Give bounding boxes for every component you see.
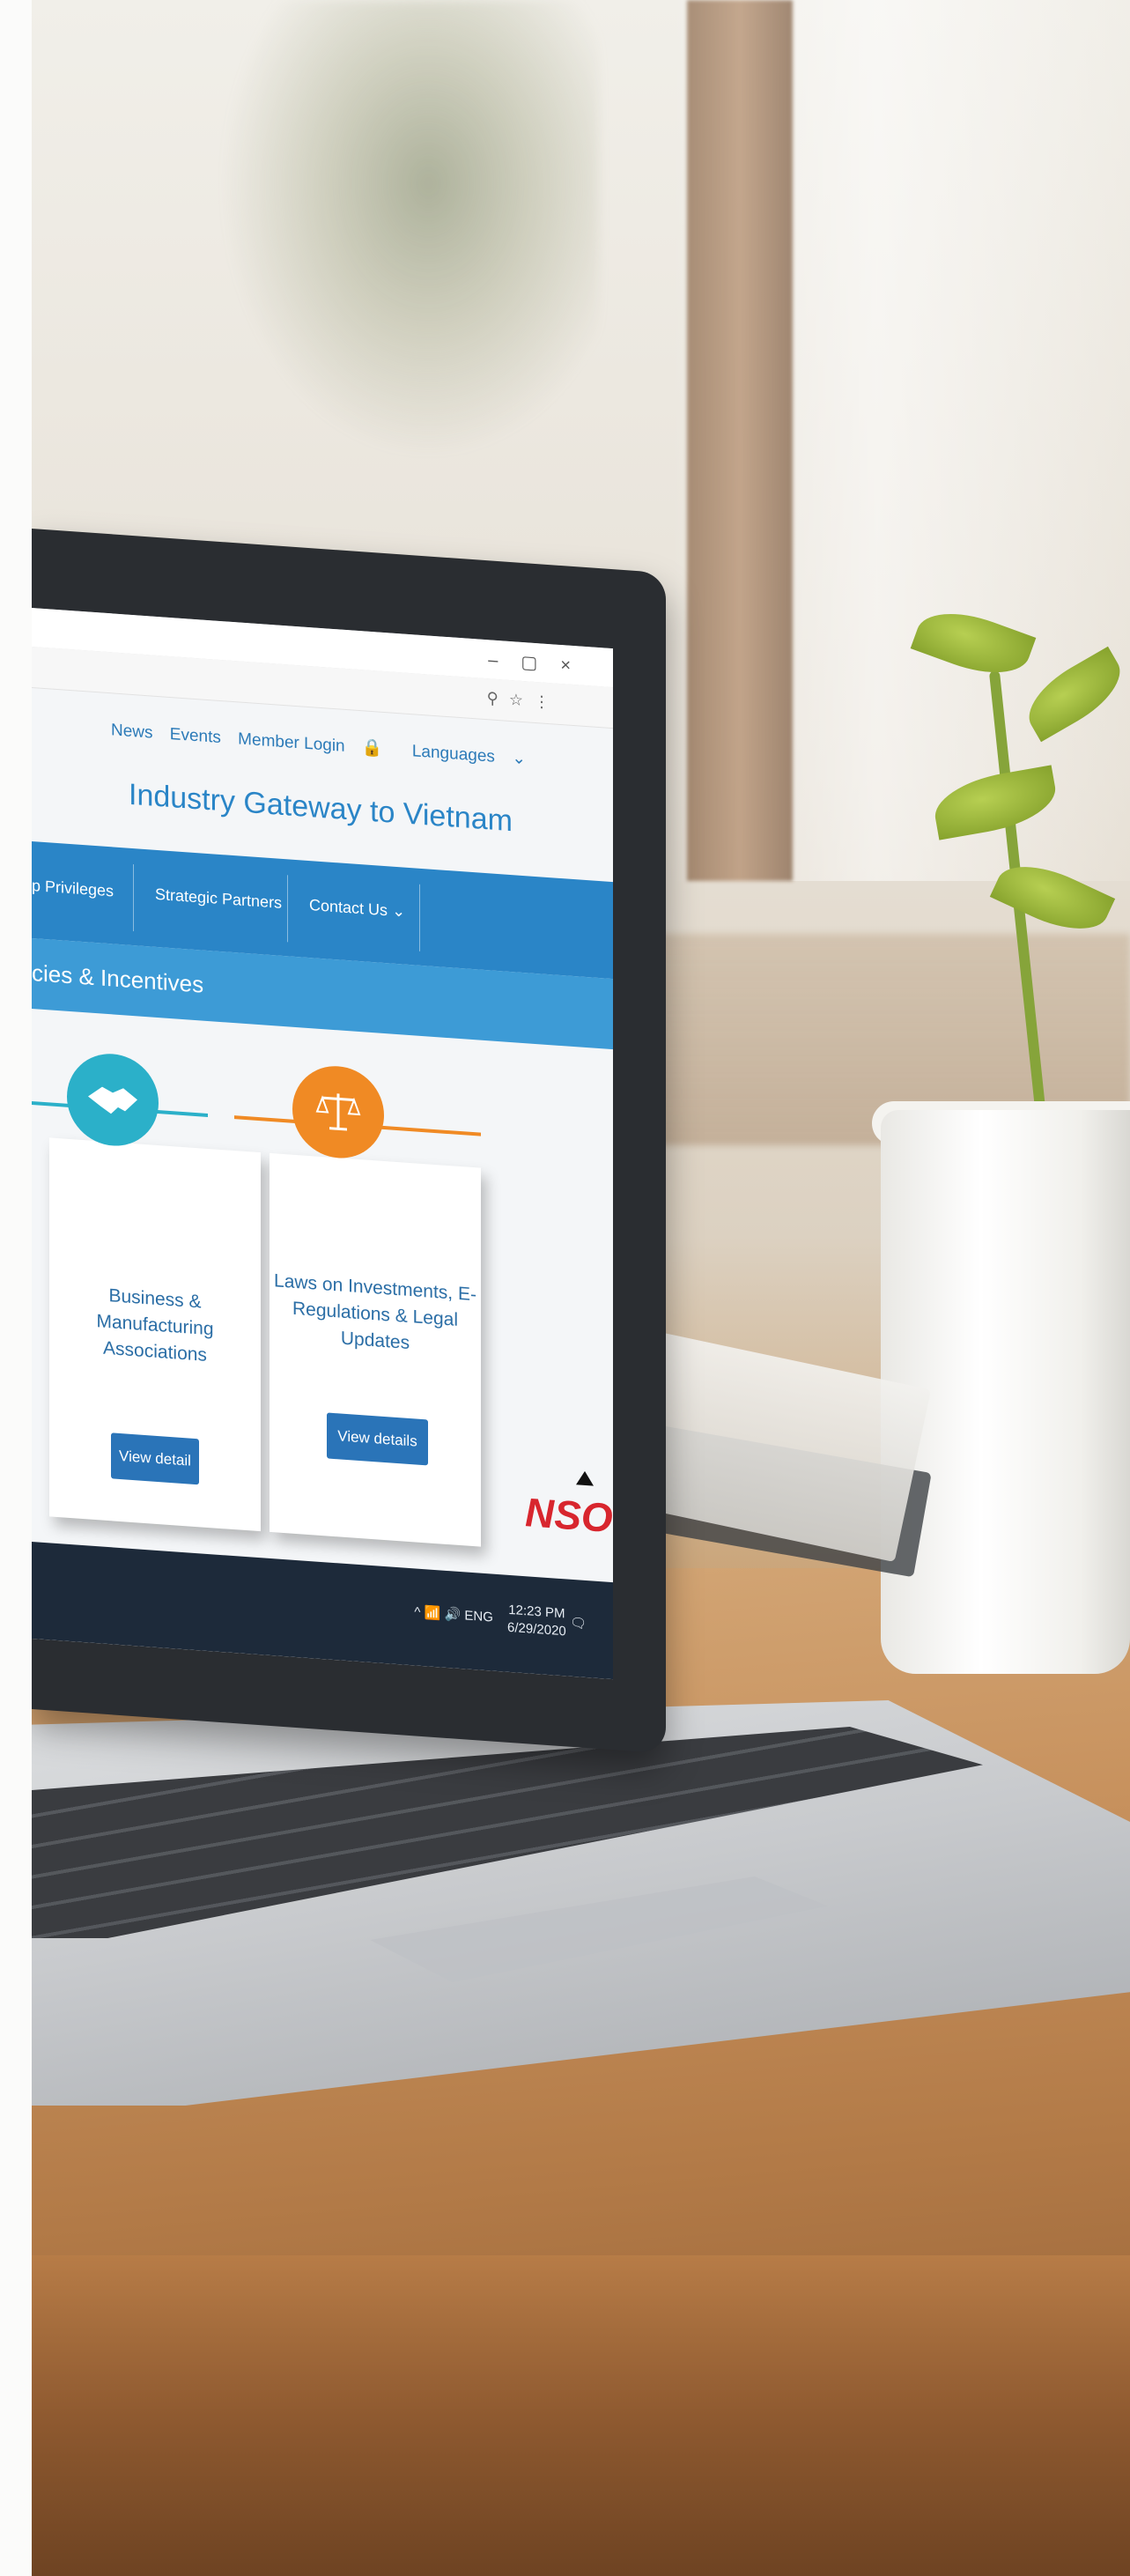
- logo-triangle: [576, 1470, 594, 1486]
- member-login-label: Member Login: [238, 729, 345, 756]
- background-photo: –▢× ⚲☆⋮ News Events Member Login 🔒 Langu…: [0, 0, 1130, 2576]
- nav-strategic-partners[interactable]: Strategic Partners: [155, 885, 282, 913]
- nav-divider: [287, 875, 288, 943]
- network-icon[interactable]: 📶: [425, 1605, 441, 1621]
- clock[interactable]: 12:23 PM 6/29/2020: [507, 1602, 566, 1641]
- logo-text: NSO: [525, 1489, 613, 1542]
- nav-member-login[interactable]: Member Login 🔒: [238, 729, 395, 759]
- window-controls[interactable]: –▢×: [488, 648, 594, 677]
- language-indicator[interactable]: ENG: [464, 1608, 493, 1625]
- scales-icon-glyph: [315, 1093, 361, 1131]
- chevron-up-icon[interactable]: ^: [414, 1604, 420, 1619]
- browser-icons: ⚲☆⋮: [486, 689, 560, 712]
- scales-icon: [292, 1062, 384, 1161]
- lock-icon: 🔒: [361, 738, 383, 759]
- nav-languages[interactable]: Languages ⌄: [412, 742, 538, 769]
- handshake-icon: [67, 1050, 159, 1150]
- nav-events[interactable]: Events: [170, 725, 221, 747]
- nav-privileges[interactable]: p Privileges: [32, 877, 114, 901]
- window-frame: [687, 0, 793, 881]
- card-business-associations: Business & Manufacturing Associations Vi…: [49, 1137, 261, 1532]
- notification-icon[interactable]: 🗨: [570, 1616, 587, 1632]
- blurred-foliage: [220, 0, 599, 458]
- handshake-icon-glyph: [88, 1086, 137, 1114]
- site-title: Industry Gateway to Vietnam: [129, 777, 513, 839]
- nav-divider: [133, 864, 134, 932]
- nav-news[interactable]: News: [111, 721, 153, 742]
- laptop-screen: –▢× ⚲☆⋮ News Events Member Login 🔒 Langu…: [32, 608, 613, 1680]
- card-laws-regulations: Laws on Investments, E- Regulations & Le…: [270, 1152, 481, 1547]
- top-nav: News Events Member Login 🔒 Languages ⌄: [111, 719, 550, 771]
- volume-icon[interactable]: 🔊: [445, 1607, 462, 1623]
- table-edge: [0, 2255, 1130, 2576]
- view-details-button[interactable]: View details: [327, 1412, 428, 1466]
- system-tray: ^ 📶 🔊 ENG 12:23 PM 6/29/2020 🗨: [414, 1595, 587, 1642]
- nso-logo: NSO: [525, 1470, 613, 1542]
- page-margin: [0, 0, 32, 2576]
- section-heading: cies & Incentives: [32, 959, 204, 998]
- card-title: Laws on Investments, E- Regulations & Le…: [270, 1268, 481, 1362]
- view-detail-button[interactable]: View detail: [111, 1432, 199, 1485]
- nav-divider: [419, 884, 420, 951]
- chevron-down-icon: ⌄: [392, 901, 406, 921]
- languages-label: Languages: [411, 742, 495, 766]
- contact-us-label: Contact Us: [309, 896, 388, 920]
- nav-contact-us[interactable]: Contact Us ⌄: [309, 896, 405, 922]
- chevron-down-icon: ⌄: [512, 749, 527, 769]
- card-title: Business & Manufacturing Associations: [49, 1278, 261, 1373]
- clock-date: 6/29/2020: [507, 1619, 566, 1640]
